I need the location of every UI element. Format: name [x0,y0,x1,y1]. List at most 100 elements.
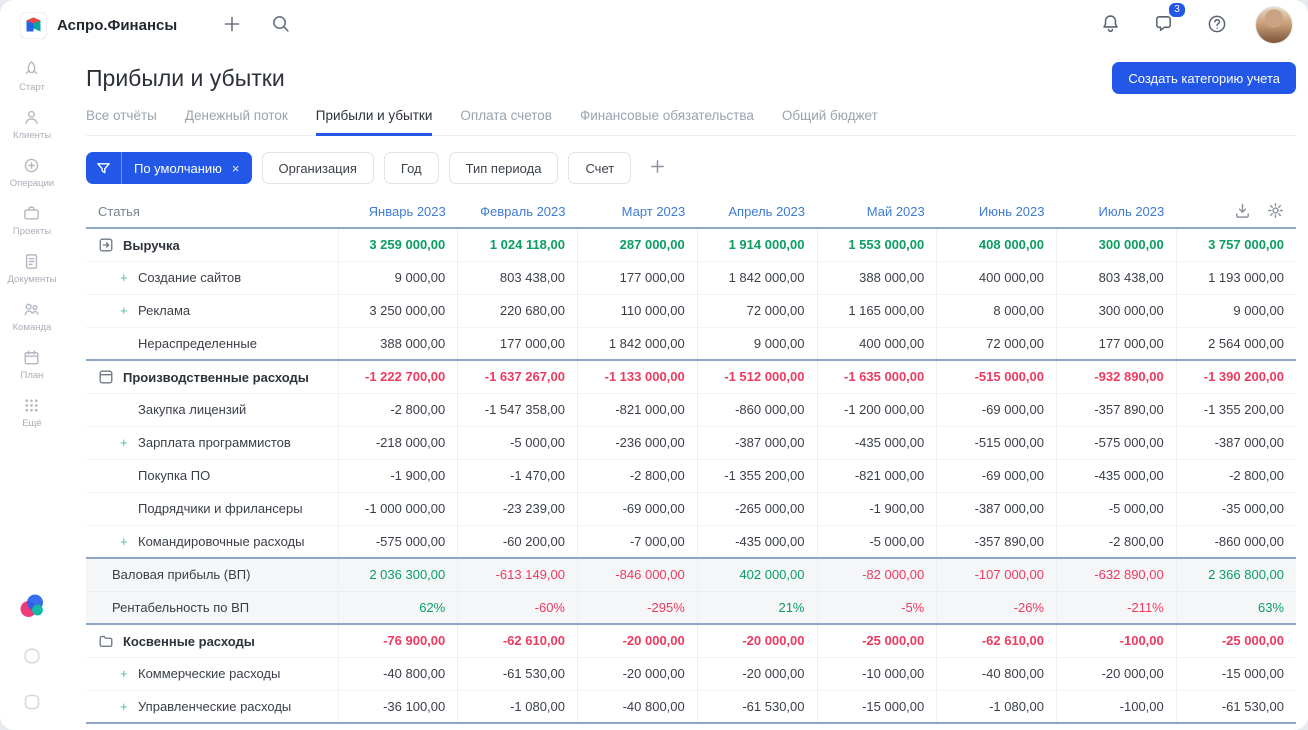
tab-оплата-счетов[interactable]: Оплата счетов [460,104,552,136]
create-category-button[interactable]: Создать категорию учета [1112,62,1296,94]
app-logo-icon [20,11,47,39]
value-cell: -387 000,00 [696,425,817,459]
row-label[interactable]: Косвенные расходы [86,623,338,657]
row-label[interactable]: Подрядчики и фрилансеры [86,491,338,525]
download-icon[interactable] [1234,202,1251,219]
sidebar-item-operations[interactable]: Операции [8,156,57,189]
tab-общий-бюджет[interactable]: Общий бюджет [782,104,878,136]
avatar[interactable] [1256,7,1292,43]
value-cell: 9 000,00 [1175,293,1296,327]
value-cell: 220 680,00 [457,293,578,327]
sidebar-item-clients[interactable]: Клиенты [8,108,57,141]
sidebar-item-team[interactable]: Команда [8,300,57,333]
filter-chip-год[interactable]: Год [383,152,439,184]
search-button[interactable] [267,10,294,40]
notifications-button[interactable] [1096,9,1125,41]
tab-все-отчёты[interactable]: Все отчёты [86,104,157,136]
row-label[interactable]: + Командировочные расходы [86,524,338,558]
filter-funnel-icon[interactable] [86,152,122,184]
help-button[interactable] [1202,9,1232,42]
value-cell: -2 800,00 [1175,458,1296,492]
value-cell: 300 000,00 [1056,293,1177,327]
row-label[interactable]: Покупка ПО [86,458,338,492]
app-window: Аспро.Финансы 3 Старт Клиенты Операции П… [0,0,1308,730]
filter-chip-тип-периода[interactable]: Тип периода [448,152,559,184]
tab-финансовые-обязательства[interactable]: Финансовые обязательства [580,104,754,136]
value-cell: -846 000,00 [577,557,698,591]
table-row: Закупка лицензий -2 800,00 -1 547 358,00 -8… [86,392,1296,426]
value-cell: 388 000,00 [337,326,458,360]
value-cell: -82 000,00 [816,557,937,591]
row-label[interactable]: + Создание сайтов [86,260,338,294]
value-cell: -1 637 267,00 [457,359,578,393]
expand-plus-icon[interactable]: + [120,534,138,549]
filter-chip-счет[interactable]: Счет [568,152,632,184]
sidebar-item-projects[interactable]: Проекты [8,204,57,237]
bottom-app-icon-1[interactable] [22,646,42,666]
create-new-button[interactable] [219,11,245,40]
expand-plus-icon[interactable]: + [120,666,138,681]
sidebar-item-more[interactable]: Ещё [8,396,57,429]
value-cell: -7 000,00 [577,524,698,558]
sidebar-item-documents[interactable]: Документы [8,252,56,285]
bottom-app-icon-2[interactable] [22,692,42,712]
value-cell: 3 259 000,00 [337,227,458,261]
table-row: Производственные расходы -1 222 700,00 -1 … [86,359,1296,393]
pnl-table-wrap: Статья Январь 2023 Февраль 2023 Март 2023 А… [86,196,1296,724]
aspro-finance-logo-icon[interactable] [18,592,46,620]
expand-plus-icon[interactable]: + [120,699,138,714]
value-cell: -61 530,00 [696,689,817,724]
row-label[interactable]: Закупка лицензий [86,392,338,426]
row-label[interactable]: + Зарплата программистов [86,425,338,459]
value-cell: -1 470,00 [457,458,578,492]
value-cell: 3 757 000,00 [1175,227,1296,261]
value-cell: 300 000,00 [1056,227,1177,261]
value-cell: -1 635 000,00 [816,359,937,393]
row-label[interactable]: Производственные расходы [86,359,338,393]
row-label[interactable]: + Реклама [86,293,338,327]
value-cell: 402 000,00 [696,557,817,591]
value-cell: 3 250 000,00 [337,293,458,327]
value-cell: 1 914 000,00 [696,227,817,261]
value-cell: -515 000,00 [936,425,1057,459]
tab-прибыли-и-убытки[interactable]: Прибыли и убытки [315,104,433,136]
value-cell: 287 000,00 [577,227,698,261]
value-cell: -100,00 [1056,623,1177,657]
clients-icon [22,108,41,127]
sidebar-item-plan[interactable]: План [8,348,57,381]
add-filter-button[interactable] [645,154,670,182]
value-cell: 177 000,00 [1056,326,1177,360]
row-label[interactable]: Нераспределенные [86,326,338,360]
tab-денежный-поток[interactable]: Денежный поток [185,104,288,136]
expand-plus-icon[interactable]: + [120,270,138,285]
value-cell: -20 000,00 [1056,656,1177,690]
value-cell: -1 222 700,00 [337,359,458,393]
filter-default-chip[interactable]: По умолчанию × [86,152,252,184]
value-cell: -40 800,00 [337,656,458,690]
start-icon [22,60,41,79]
value-cell: -69 000,00 [936,392,1057,426]
value-cell: 177 000,00 [577,260,698,294]
value-cell: -62 610,00 [457,623,578,657]
value-cell: 9 000,00 [696,326,817,360]
table-row: Валовая прибыль (ВП) 2 036 300,00 -613 149… [86,557,1296,591]
filter-remove-icon[interactable]: × [228,152,252,184]
value-cell: 400 000,00 [936,260,1057,294]
value-cell: 408 000,00 [936,227,1057,261]
expand-plus-icon[interactable]: + [120,303,138,318]
filter-chip-организация[interactable]: Организация [261,152,374,184]
value-cell: -2 800,00 [577,458,698,492]
table-row: Рентабельность по ВП 62% -60% -295% 21% -5% -2… [86,590,1296,624]
folder-icon [98,633,114,649]
row-label[interactable]: + Коммерческие расходы [86,656,338,690]
sidebar-item-start[interactable]: Старт [8,60,57,93]
row-label[interactable]: + Управленческие расходы [86,689,338,724]
row-label[interactable]: Выручка [86,227,338,261]
column-header-month: Июнь 2023 [978,204,1045,219]
value-cell: 803 438,00 [457,260,578,294]
filter-chips: Организация Год Тип периода Счет [261,152,632,184]
value-cell: 9 000,00 [337,260,458,294]
expand-plus-icon[interactable]: + [120,435,138,450]
settings-icon[interactable] [1267,202,1284,219]
value-cell: -1 900,00 [337,458,458,492]
